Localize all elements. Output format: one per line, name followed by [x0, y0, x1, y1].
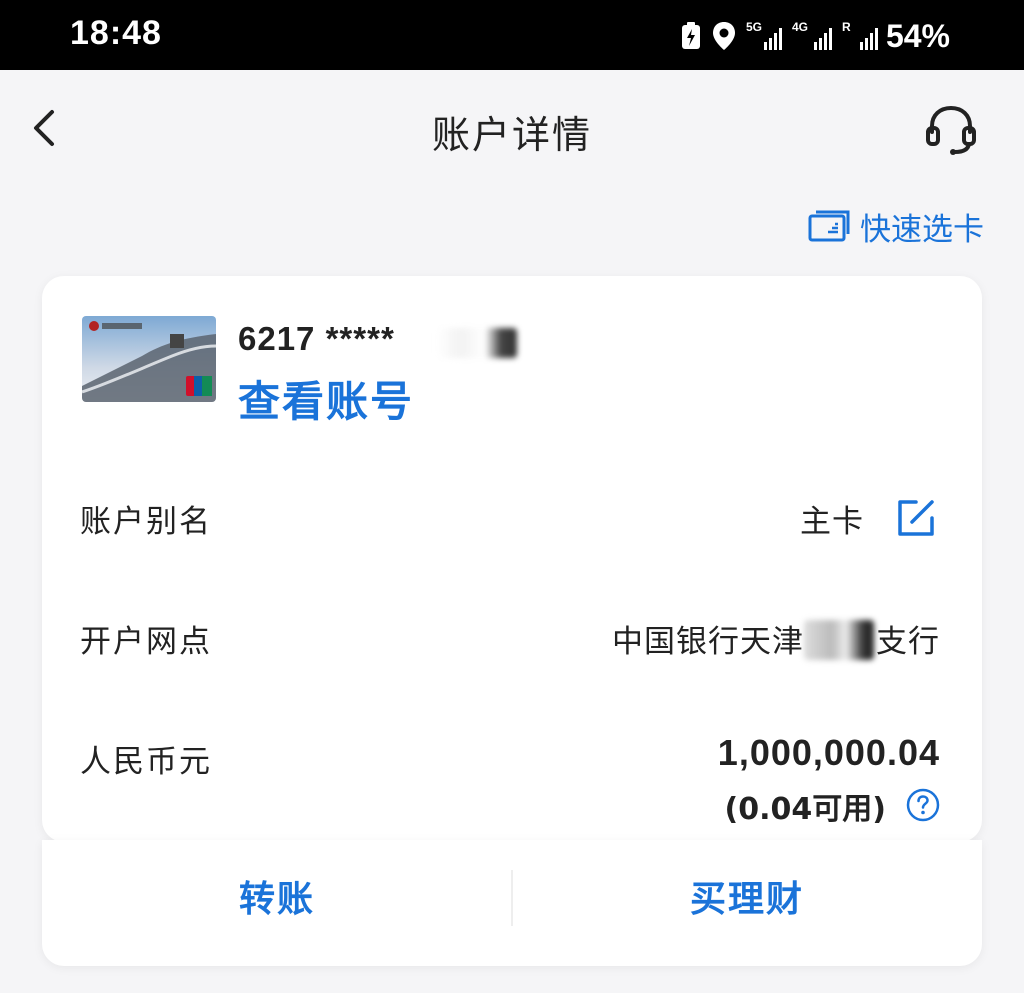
battery-percent: 54% — [885, 17, 950, 54]
card-number-masked: 6217 ***** — [238, 320, 395, 357]
redaction-blur — [437, 328, 517, 358]
branch-value: 中国银行天津 支行 — [612, 616, 940, 661]
branch-value-suffix: 支行 — [876, 624, 940, 660]
card-stack-icon — [808, 210, 850, 242]
quick-select-label: 快速选卡 — [860, 211, 984, 248]
navigation-header: 账户详情 — [0, 70, 1024, 190]
available-balance: (0.04可用) — [724, 792, 886, 827]
branch-row: 开户网点 中国银行天津 支行 — [80, 606, 940, 666]
currency-label: 人民币元 — [80, 744, 212, 780]
alias-value: 主卡 — [800, 504, 864, 540]
customer-service-button[interactable] — [922, 100, 980, 158]
quick-select-card-button[interactable]: 快速选卡 — [808, 202, 984, 250]
branch-value-prefix: 中国银行天津 — [612, 624, 804, 660]
balance-amount: 1,000,000.04 — [717, 732, 940, 773]
battery-saver-icon — [681, 22, 700, 49]
location-icon — [712, 22, 735, 50]
edit-icon — [898, 500, 934, 536]
signal-roaming-icon: R — [842, 20, 878, 52]
headset-icon — [926, 105, 976, 155]
question-circle-icon — [906, 788, 940, 822]
available-help-button[interactable] — [906, 788, 940, 822]
signal-5g-icon: 5G — [746, 20, 782, 52]
bank-card-image — [82, 316, 216, 402]
alias-label: 账户别名 — [80, 504, 212, 540]
status-bar: 18:48 5G 4G R 54% — [0, 0, 1024, 70]
action-bar: 转账 买理财 — [42, 840, 982, 966]
alias-row: 账户别名 主卡 — [80, 486, 940, 546]
buy-wealth-button[interactable]: 买理财 — [512, 840, 982, 960]
status-time: 18:48 — [70, 14, 162, 52]
view-account-link[interactable]: 查看账号 — [238, 368, 414, 429]
branch-label: 开户网点 — [80, 624, 212, 660]
page-title: 账户详情 — [431, 113, 592, 157]
balance-row: 人民币元 1,000,000.04 — [80, 726, 940, 786]
signal-4g-icon: 4G — [792, 20, 832, 52]
transfer-button[interactable]: 转账 — [42, 840, 512, 960]
account-card: 6217 ***** 查看账号 账户别名 主卡 开户网点 中国银行天津 支行 人民… — [42, 276, 982, 842]
redaction-blur — [804, 620, 874, 660]
status-icons: 5G 4G R 54% — [670, 16, 950, 56]
edit-alias-button[interactable] — [892, 494, 940, 542]
